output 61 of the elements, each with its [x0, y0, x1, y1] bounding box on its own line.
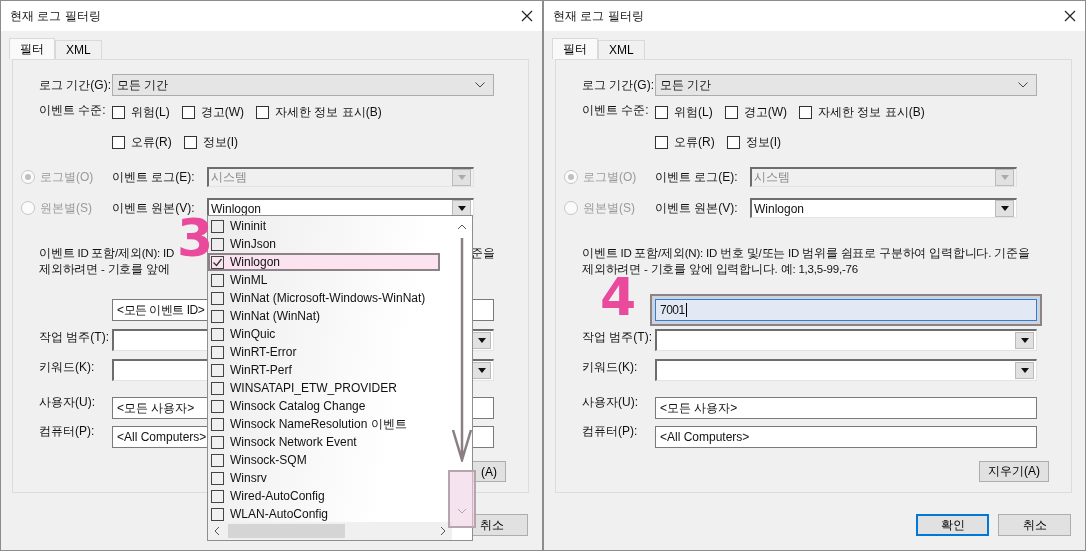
list-item[interactable]: WinRT-Perf [208, 361, 440, 379]
level-checkbox[interactable]: 경고(W) [724, 104, 787, 121]
event-id-field[interactable]: 7001 [655, 299, 1037, 321]
tab[interactable]: 필터 [9, 38, 55, 59]
field-label: 이벤트 수준: [582, 102, 650, 119]
level-checkbox[interactable]: 정보(I) [183, 134, 238, 151]
tab[interactable]: 필터 [552, 38, 598, 59]
list-item[interactable]: WinQuic [208, 325, 440, 343]
level-checkbox[interactable]: 오류(R) [655, 134, 715, 151]
level-checkbox[interactable]: 위험(L) [112, 104, 170, 121]
ok-button[interactable]: 확인 [916, 514, 989, 536]
level-checkbox[interactable]: 위험(L) [655, 104, 713, 121]
field-label: 이벤트 로그(E): [655, 168, 739, 186]
field-label: 이벤트 로그(E): [112, 168, 196, 186]
list-item[interactable]: WinML [208, 271, 440, 289]
list-item[interactable]: Winsrv [208, 469, 440, 487]
list-item[interactable]: WinRT-Error [208, 343, 440, 361]
list-item[interactable]: WinNat (WinNat) [208, 307, 440, 325]
field-label: 로그 기간(G): [582, 76, 655, 94]
description-text: 제외하려면 - 기호를 앞에 [39, 262, 170, 277]
field-label: 키워드(K): [39, 359, 96, 376]
field-label: 로그 기간(G): [39, 76, 112, 94]
level-checkbox[interactable]: 자세한 정보 표시(B) [799, 104, 925, 121]
window-title: 현재 로그 필터링 [10, 7, 101, 25]
field-label: 키워드(K): [582, 359, 639, 376]
field-label: 작업 범주(T): [39, 329, 110, 346]
cancel-button[interactable]: 취소 [998, 514, 1071, 536]
description-text: 이벤트 ID 포함/제외(N): ID 번호 및/또는 ID 범위를 쉼표로 구분하여 입력합니다. 기준을 [582, 246, 1030, 261]
field-label: 컴퓨터(P): [39, 423, 96, 440]
period-dropdown[interactable]: 모든 기간 [655, 74, 1037, 96]
clear-button[interactable]: (A) [472, 461, 506, 482]
list-item[interactable]: Wired-AutoConfig [208, 487, 440, 505]
description-text: 이벤트 ID 포함/제외(N): ID [39, 246, 175, 261]
list-item[interactable]: Winsock Catalog Change [208, 397, 440, 415]
list-item[interactable]: Wininit [208, 217, 440, 235]
list-item[interactable]: WINSATAPI_ETW_PROVIDER [208, 379, 440, 397]
input-field[interactable]: <모든 사용자> [655, 397, 1037, 419]
list-item[interactable]: Winsock-SQM [208, 451, 440, 469]
list-item[interactable]: WinNat (Microsoft-Windows-WinNat) [208, 289, 440, 307]
tab[interactable]: XML [598, 40, 645, 59]
clear-button[interactable]: 지우기(A) [979, 461, 1049, 482]
field-label: 이벤트 원본(V): [655, 199, 739, 217]
list-item[interactable]: WLAN-AutoConfig [208, 505, 440, 523]
window-title: 현재 로그 필터링 [553, 7, 644, 25]
level-checkbox[interactable]: 정보(I) [726, 134, 781, 151]
level-checkbox[interactable]: 오류(R) [112, 134, 172, 151]
field-label: 사용자(U): [582, 394, 639, 411]
input-field[interactable]: <All Computers> [655, 426, 1037, 448]
description-text: 준을 [471, 246, 495, 261]
level-checkbox[interactable]: 자세한 정보 표시(B) [256, 104, 382, 121]
list-item[interactable]: Winsock Network Event [208, 433, 440, 451]
period-dropdown[interactable]: 모든 기간 [112, 74, 494, 96]
field-label: 이벤트 수준: [39, 102, 107, 119]
field-label: 작업 범주(T): [582, 329, 653, 346]
tab[interactable]: XML [55, 40, 102, 59]
level-checkbox[interactable]: 경고(W) [181, 104, 244, 121]
list-item[interactable]: Winsock NameResolution 이벤트 [208, 415, 440, 433]
list-item[interactable]: WinJson [208, 235, 440, 253]
field-label: 사용자(U): [39, 394, 96, 411]
list-item[interactable]: Winlogon [208, 253, 440, 271]
field-label: 컴퓨터(P): [582, 423, 639, 440]
